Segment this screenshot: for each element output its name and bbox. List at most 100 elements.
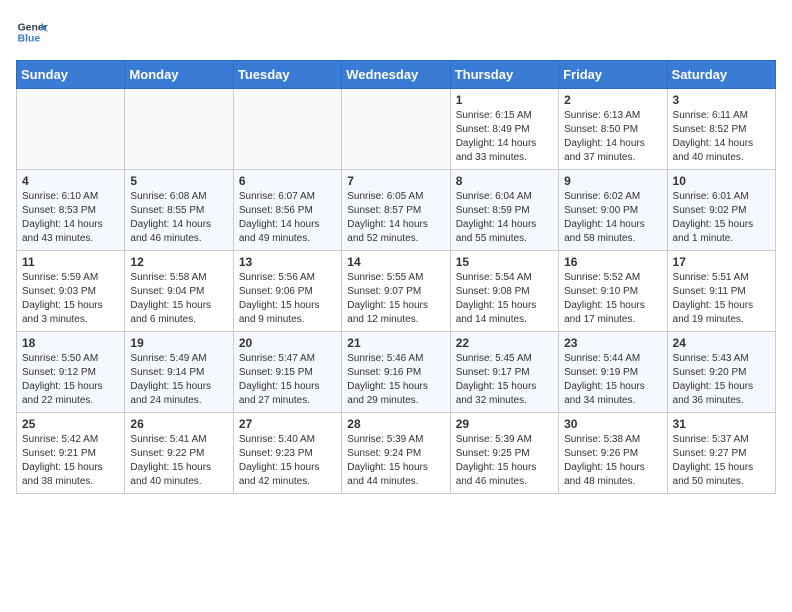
- day-info: Sunrise: 6:08 AM Sunset: 8:55 PM Dayligh…: [130, 190, 227, 246]
- day-number: 10: [673, 174, 770, 188]
- day-info: Sunrise: 5:52 AM Sunset: 9:10 PM Dayligh…: [564, 271, 661, 327]
- day-number: 30: [564, 417, 661, 431]
- day-number: 12: [130, 255, 227, 269]
- calendar-week-row: 18 Sunrise: 5:50 AM Sunset: 9:12 PM Dayli…: [17, 332, 776, 413]
- day-number: 16: [564, 255, 661, 269]
- day-number: 22: [456, 336, 553, 350]
- day-info: Sunrise: 6:15 AM Sunset: 8:49 PM Dayligh…: [456, 109, 553, 165]
- day-number: 8: [456, 174, 553, 188]
- day-info: Sunrise: 6:04 AM Sunset: 8:59 PM Dayligh…: [456, 190, 553, 246]
- day-number: 3: [673, 93, 770, 107]
- day-info: Sunrise: 5:45 AM Sunset: 9:17 PM Dayligh…: [456, 352, 553, 408]
- calendar-cell: 4Sunrise: 6:10 AM Sunset: 8:53 PM Daylig…: [17, 170, 125, 251]
- day-info: Sunrise: 5:54 AM Sunset: 9:08 PM Dayligh…: [456, 271, 553, 327]
- day-number: 2: [564, 93, 661, 107]
- day-info: Sunrise: 5:50 AM Sunset: 9:12 PM Dayligh…: [22, 352, 119, 408]
- day-number: 29: [456, 417, 553, 431]
- day-info: Sunrise: 6:11 AM Sunset: 8:52 PM Dayligh…: [673, 109, 770, 165]
- day-info: Sunrise: 5:39 AM Sunset: 9:24 PM Dayligh…: [347, 433, 444, 489]
- calendar-cell: 7 Sunrise: 6:05 AM Sunset: 8:57 PM Daylig…: [342, 170, 450, 251]
- day-info: Sunrise: 5:43 AM Sunset: 9:20 PM Dayligh…: [673, 352, 770, 408]
- day-number: 28: [347, 417, 444, 431]
- day-info: Sunrise: 5:46 AM Sunset: 9:16 PM Dayligh…: [347, 352, 444, 408]
- day-info: Sunrise: 6:07 AM Sunset: 8:56 PM Dayligh…: [239, 190, 336, 246]
- day-info: Sunrise: 6:02 AM Sunset: 9:00 PM Dayligh…: [564, 190, 661, 246]
- calendar-cell: 25 Sunrise: 5:42 AM Sunset: 9:21 PM Dayli…: [17, 413, 125, 494]
- day-of-week-header: Sunday: [17, 61, 125, 89]
- day-number: 1: [456, 93, 553, 107]
- calendar-cell: 11 Sunrise: 5:59 AM Sunset: 9:03 PM Dayli…: [17, 251, 125, 332]
- day-of-week-header: Wednesday: [342, 61, 450, 89]
- day-info: Sunrise: 5:58 AM Sunset: 9:04 PM Dayligh…: [130, 271, 227, 327]
- day-number: 17: [673, 255, 770, 269]
- day-number: 5: [130, 174, 227, 188]
- day-number: 27: [239, 417, 336, 431]
- day-number: 15: [456, 255, 553, 269]
- calendar-cell: 31 Sunrise: 5:37 AM Sunset: 9:27 PM Dayli…: [667, 413, 775, 494]
- calendar-cell: 29 Sunrise: 5:39 AM Sunset: 9:25 PM Dayli…: [450, 413, 558, 494]
- calendar-cell: [125, 89, 233, 170]
- calendar-week-row: 4Sunrise: 6:10 AM Sunset: 8:53 PM Daylig…: [17, 170, 776, 251]
- day-number: 20: [239, 336, 336, 350]
- calendar-cell: [342, 89, 450, 170]
- day-info: Sunrise: 5:51 AM Sunset: 9:11 PM Dayligh…: [673, 271, 770, 327]
- calendar-cell: 8 Sunrise: 6:04 AM Sunset: 8:59 PM Daylig…: [450, 170, 558, 251]
- day-info: Sunrise: 6:13 AM Sunset: 8:50 PM Dayligh…: [564, 109, 661, 165]
- calendar-cell: 5 Sunrise: 6:08 AM Sunset: 8:55 PM Daylig…: [125, 170, 233, 251]
- calendar-week-row: 11 Sunrise: 5:59 AM Sunset: 9:03 PM Dayli…: [17, 251, 776, 332]
- calendar-cell: 10 Sunrise: 6:01 AM Sunset: 9:02 PM Dayli…: [667, 170, 775, 251]
- calendar-cell: 1 Sunrise: 6:15 AM Sunset: 8:49 PM Daylig…: [450, 89, 558, 170]
- day-info: Sunrise: 5:47 AM Sunset: 9:15 PM Dayligh…: [239, 352, 336, 408]
- calendar-cell: 12 Sunrise: 5:58 AM Sunset: 9:04 PM Dayli…: [125, 251, 233, 332]
- day-info: Sunrise: 5:59 AM Sunset: 9:03 PM Dayligh…: [22, 271, 119, 327]
- day-info: Sunrise: 5:37 AM Sunset: 9:27 PM Dayligh…: [673, 433, 770, 489]
- svg-text:Blue: Blue: [18, 34, 41, 45]
- day-info: Sunrise: 5:44 AM Sunset: 9:19 PM Dayligh…: [564, 352, 661, 408]
- day-number: 14: [347, 255, 444, 269]
- calendar-cell: 17 Sunrise: 5:51 AM Sunset: 9:11 PM Dayli…: [667, 251, 775, 332]
- day-info: Sunrise: 5:40 AM Sunset: 9:23 PM Dayligh…: [239, 433, 336, 489]
- calendar-cell: [17, 89, 125, 170]
- calendar-cell: 28 Sunrise: 5:39 AM Sunset: 9:24 PM Dayli…: [342, 413, 450, 494]
- day-number: 31: [673, 417, 770, 431]
- calendar-cell: 3 Sunrise: 6:11 AM Sunset: 8:52 PM Daylig…: [667, 89, 775, 170]
- day-number: 13: [239, 255, 336, 269]
- day-number: 18: [22, 336, 119, 350]
- calendar-cell: 22 Sunrise: 5:45 AM Sunset: 9:17 PM Dayli…: [450, 332, 558, 413]
- day-number: 7: [347, 174, 444, 188]
- calendar-cell: 13 Sunrise: 5:56 AM Sunset: 9:06 PM Dayli…: [233, 251, 341, 332]
- calendar-cell: 20 Sunrise: 5:47 AM Sunset: 9:15 PM Dayli…: [233, 332, 341, 413]
- day-number: 25: [22, 417, 119, 431]
- calendar-header-row: SundayMondayTuesdayWednesdayThursdayFrid…: [17, 61, 776, 89]
- calendar-cell: [233, 89, 341, 170]
- calendar-cell: 30Sunrise: 5:38 AM Sunset: 9:26 PM Dayli…: [559, 413, 667, 494]
- page-header: General Blue: [16, 16, 776, 48]
- day-of-week-header: Monday: [125, 61, 233, 89]
- day-number: 23: [564, 336, 661, 350]
- calendar-cell: 2 Sunrise: 6:13 AM Sunset: 8:50 PM Daylig…: [559, 89, 667, 170]
- day-number: 26: [130, 417, 227, 431]
- day-info: Sunrise: 5:49 AM Sunset: 9:14 PM Dayligh…: [130, 352, 227, 408]
- day-number: 24: [673, 336, 770, 350]
- calendar-cell: 6Sunrise: 6:07 AM Sunset: 8:56 PM Daylig…: [233, 170, 341, 251]
- day-info: Sunrise: 5:55 AM Sunset: 9:07 PM Dayligh…: [347, 271, 444, 327]
- day-number: 11: [22, 255, 119, 269]
- day-info: Sunrise: 5:42 AM Sunset: 9:21 PM Dayligh…: [22, 433, 119, 489]
- day-info: Sunrise: 6:05 AM Sunset: 8:57 PM Dayligh…: [347, 190, 444, 246]
- day-info: Sunrise: 5:39 AM Sunset: 9:25 PM Dayligh…: [456, 433, 553, 489]
- calendar-cell: 24 Sunrise: 5:43 AM Sunset: 9:20 PM Dayli…: [667, 332, 775, 413]
- day-number: 9: [564, 174, 661, 188]
- day-info: Sunrise: 5:41 AM Sunset: 9:22 PM Dayligh…: [130, 433, 227, 489]
- calendar-cell: 16 Sunrise: 5:52 AM Sunset: 9:10 PM Dayli…: [559, 251, 667, 332]
- day-info: Sunrise: 5:56 AM Sunset: 9:06 PM Dayligh…: [239, 271, 336, 327]
- day-of-week-header: Saturday: [667, 61, 775, 89]
- day-info: Sunrise: 6:01 AM Sunset: 9:02 PM Dayligh…: [673, 190, 770, 246]
- calendar-week-row: 1 Sunrise: 6:15 AM Sunset: 8:49 PM Daylig…: [17, 89, 776, 170]
- calendar-cell: 15 Sunrise: 5:54 AM Sunset: 9:08 PM Dayli…: [450, 251, 558, 332]
- calendar-cell: 9 Sunrise: 6:02 AM Sunset: 9:00 PM Daylig…: [559, 170, 667, 251]
- calendar-cell: 18 Sunrise: 5:50 AM Sunset: 9:12 PM Dayli…: [17, 332, 125, 413]
- day-number: 4: [22, 174, 119, 188]
- day-of-week-header: Tuesday: [233, 61, 341, 89]
- calendar-cell: 19Sunrise: 5:49 AM Sunset: 9:14 PM Dayli…: [125, 332, 233, 413]
- day-of-week-header: Thursday: [450, 61, 558, 89]
